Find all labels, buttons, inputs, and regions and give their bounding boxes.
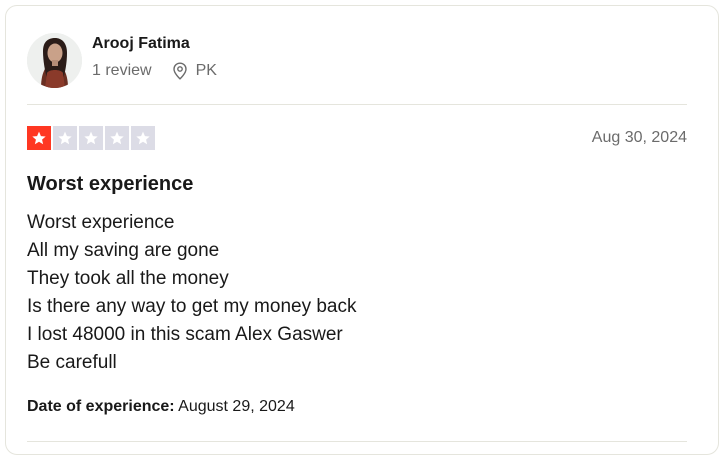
review-body-line: All my saving are gone (27, 240, 220, 261)
review-body-line: Be carefull (27, 352, 117, 373)
review-date: Aug 30, 2024 (591, 129, 687, 146)
review-body-line: I lost 48000 in this scam Alex Gaswer (27, 324, 343, 345)
date-of-experience: Date of experience: August 29, 2024 (27, 397, 295, 417)
country-code: PK (195, 61, 217, 79)
star-icon (53, 126, 77, 150)
star-icon (79, 126, 103, 150)
avatar-image (27, 32, 82, 88)
consumer-info[interactable]: Arooj Fatima 1 review PK (27, 30, 217, 90)
star-icon (27, 126, 51, 150)
experience-label: Date of experience: (27, 398, 175, 415)
divider (27, 441, 687, 442)
review-title[interactable]: Worst experience (27, 171, 193, 197)
review-body-line: Worst experience (27, 212, 175, 233)
divider (27, 104, 687, 105)
review-body-line: They took all the money (27, 268, 229, 289)
consumer-name[interactable]: Arooj Fatima (92, 34, 217, 54)
review-count: 1 review (92, 61, 152, 79)
experience-date: August 29, 2024 (178, 398, 295, 415)
consumer-meta: 1 review PK (92, 61, 217, 81)
avatar[interactable] (27, 32, 82, 88)
consumer-details: Arooj Fatima 1 review PK (92, 35, 217, 81)
location-pin-icon (172, 61, 187, 80)
review-body: Worst experience All my saving are gone Th… (27, 209, 667, 377)
star-icon (105, 126, 129, 150)
star-rating (27, 126, 687, 150)
star-icon (131, 126, 155, 150)
rating-row: Aug 30, 2024 (27, 126, 687, 152)
consumer-location: PK (172, 61, 217, 81)
review-body-line: Is there any way to get my money back (27, 296, 357, 317)
